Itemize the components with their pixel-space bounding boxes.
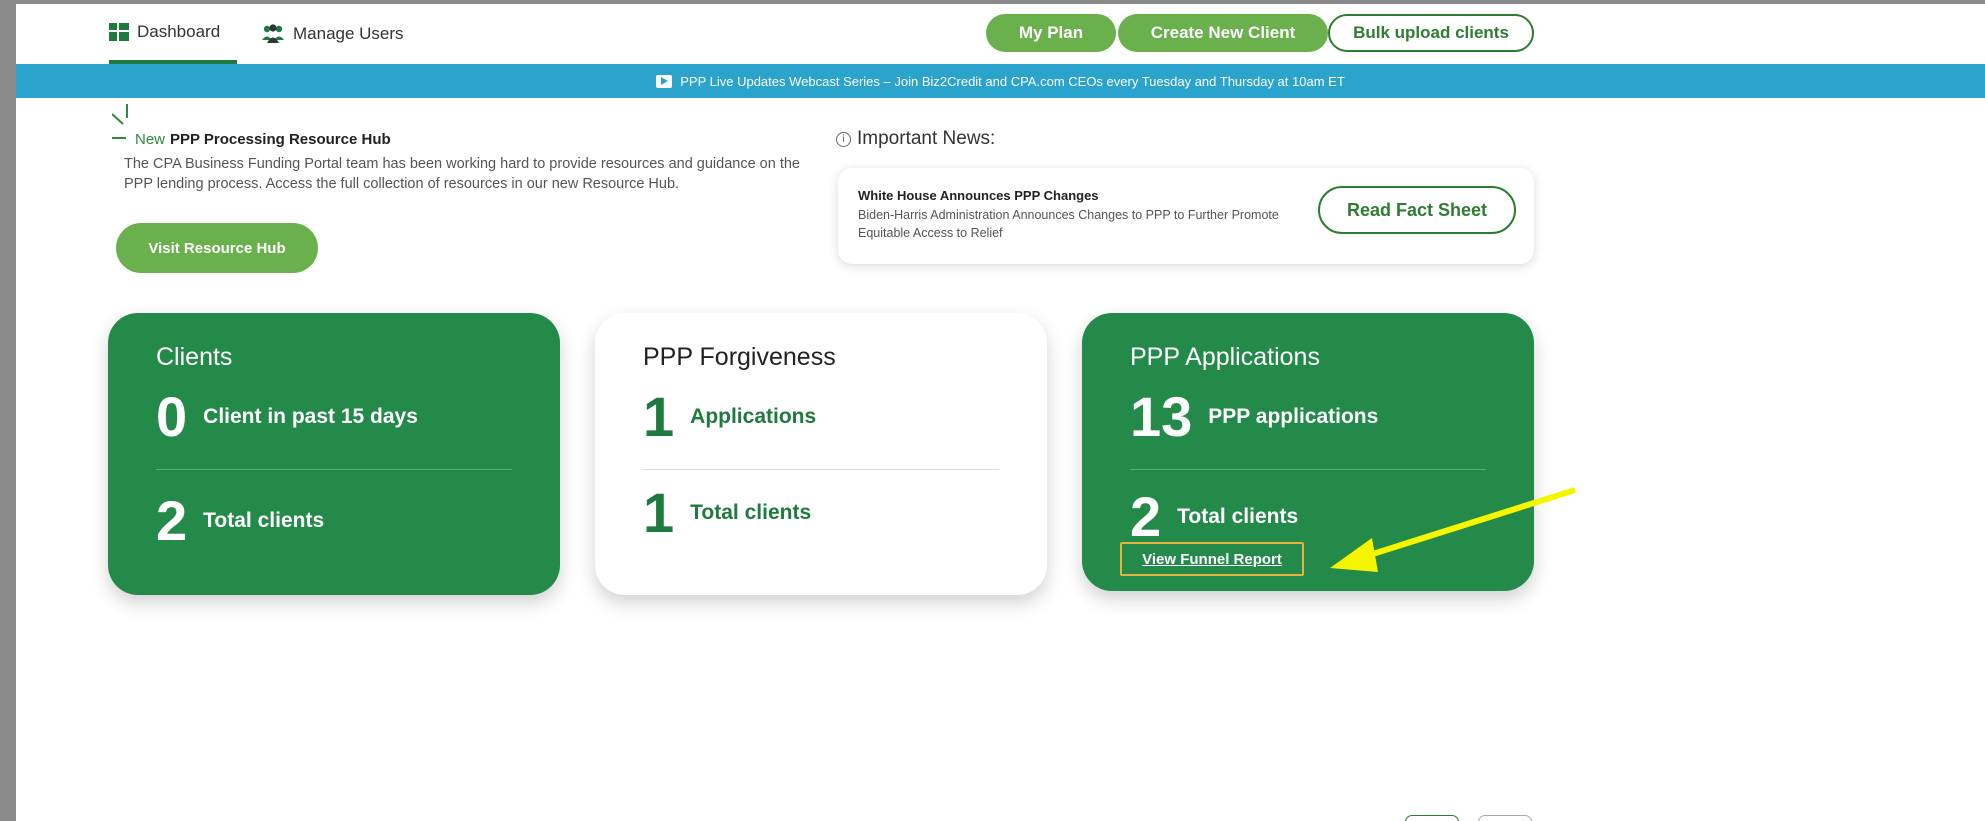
bottom-action-button-secondary[interactable] [1478, 815, 1532, 821]
applications-card-title: PPP Applications [1130, 343, 1320, 371]
forgiveness-primary-label: Applications [690, 405, 817, 428]
tab-dashboard-label: Dashboard [137, 22, 221, 41]
tab-dashboard[interactable]: Dashboard [109, 4, 237, 64]
webcast-banner[interactable]: PPP Live Updates Webcast Series – Join B… [16, 64, 1985, 98]
bulk-upload-clients-button[interactable]: Bulk upload clients [1328, 14, 1534, 52]
forgiveness-primary-value: 1 [643, 385, 675, 448]
my-plan-button[interactable]: My Plan [986, 14, 1116, 52]
clients-primary-stat: 0 Client in past 15 days [156, 389, 418, 445]
users-group-icon [261, 24, 285, 44]
applications-secondary-stat: 2 Total clients [1130, 489, 1298, 545]
applications-primary-stat: 13 PPP applications [1130, 389, 1378, 445]
applications-secondary-label: Total clients [1177, 505, 1299, 528]
forgiveness-secondary-stat: 1 Total clients [643, 485, 811, 541]
important-news-heading: i Important News: [836, 128, 995, 150]
forgiveness-secondary-value: 1 [643, 481, 675, 544]
tab-manage-users[interactable]: Manage Users [261, 4, 404, 64]
info-icon: i [836, 131, 851, 147]
hub-description: The CPA Business Funding Portal team has… [124, 156, 800, 192]
ppp-forgiveness-card[interactable]: PPP Forgiveness 1 Applications 1 Total c… [595, 313, 1047, 595]
forgiveness-secondary-label: Total clients [690, 501, 812, 524]
play-icon [656, 74, 673, 88]
forgiveness-card-title: PPP Forgiveness [643, 343, 836, 371]
clients-primary-label: Client in past 15 days [203, 405, 418, 428]
clients-secondary-value: 2 [156, 489, 188, 552]
clients-secondary-label: Total clients [203, 509, 325, 532]
create-new-client-button[interactable]: Create New Client [1118, 14, 1328, 52]
clients-card-title: Clients [156, 343, 233, 371]
top-nav: Dashboard Manage Users My Plan Create Ne… [16, 4, 1985, 64]
applications-primary-label: PPP applications [1208, 405, 1379, 428]
clients-primary-value: 0 [156, 385, 188, 448]
annotation-arrow-icon [1330, 487, 1576, 572]
clients-card[interactable]: Clients 0 Client in past 15 days 2 Total… [108, 313, 560, 595]
bottom-action-button[interactable] [1405, 815, 1459, 821]
hub-title: New PPP Processing Resource Hub [135, 131, 391, 148]
hub-title-text: PPP Processing Resource Hub [170, 131, 391, 148]
read-fact-sheet-button[interactable]: Read Fact Sheet [1318, 186, 1516, 234]
news-item-title: White House Announces PPP Changes [858, 188, 1099, 203]
banner-text: PPP Live Updates Webcast Series – Join B… [680, 73, 1345, 89]
news-item-body: Biden-Harris Administration Announces Ch… [858, 208, 1279, 240]
forgiveness-divider [643, 469, 999, 470]
visit-resource-hub-button[interactable]: Visit Resource Hub [116, 223, 318, 273]
applications-secondary-value: 2 [1130, 485, 1162, 548]
new-tag: New [135, 131, 166, 148]
view-funnel-report-link[interactable]: View Funnel Report [1142, 551, 1282, 568]
forgiveness-primary-stat: 1 Applications [643, 389, 816, 445]
important-news-label: Important News: [857, 128, 996, 149]
news-card: White House Announces PPP Changes Biden-… [838, 168, 1534, 264]
tab-manage-users-label: Manage Users [293, 24, 404, 43]
clients-divider [156, 469, 512, 470]
clients-secondary-stat: 2 Total clients [156, 493, 324, 549]
applications-primary-value: 13 [1130, 385, 1193, 448]
funnel-report-highlight: View Funnel Report [1120, 542, 1304, 576]
dashboard-grid-icon [109, 23, 129, 41]
